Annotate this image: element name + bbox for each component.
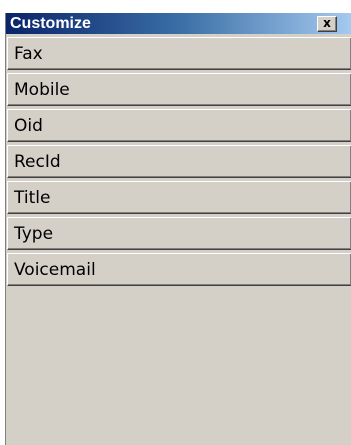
field-item-fax[interactable]: Fax <box>7 37 351 70</box>
field-list: Fax Mobile Oid RecId Title Type Voicemai… <box>7 37 351 289</box>
field-label: Fax <box>14 44 43 64</box>
field-item-oid[interactable]: Oid <box>7 109 351 142</box>
field-label: Type <box>14 224 54 244</box>
field-item-mobile[interactable]: Mobile <box>7 73 351 106</box>
customize-window: Customize x Fax Mobile Oid RecId Title T… <box>5 13 351 445</box>
window-title: Customize <box>10 15 91 32</box>
field-item-title[interactable]: Title <box>7 181 351 214</box>
field-item-recid[interactable]: RecId <box>7 145 351 178</box>
field-item-voicemail[interactable]: Voicemail <box>7 253 351 286</box>
field-label: Mobile <box>14 80 70 100</box>
title-bar[interactable]: Customize x <box>6 13 351 34</box>
close-button[interactable]: x <box>317 16 337 32</box>
field-label: RecId <box>14 152 61 172</box>
field-label: Oid <box>14 116 43 136</box>
field-label: Title <box>14 188 51 208</box>
field-label: Voicemail <box>14 260 96 280</box>
field-item-type[interactable]: Type <box>7 217 351 250</box>
close-icon: x <box>323 16 331 30</box>
